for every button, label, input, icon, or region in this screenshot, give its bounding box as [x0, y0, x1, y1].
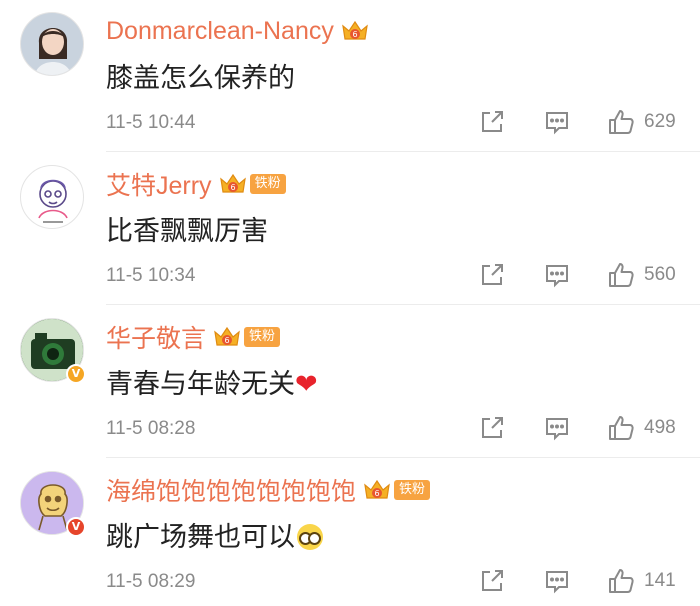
- verified-badge-icon: V: [66, 364, 86, 384]
- svg-text:6: 6: [352, 30, 357, 39]
- divider: [106, 457, 700, 458]
- like-button[interactable]: 141: [606, 566, 676, 596]
- timestamp: 11-5 10:44: [106, 112, 196, 133]
- share-button[interactable]: [478, 413, 506, 443]
- fan-badge: 铁粉: [394, 480, 431, 500]
- timestamp: 11-5 08:28: [106, 418, 196, 439]
- share-icon: [482, 417, 503, 438]
- crown-badge-icon: 6: [214, 326, 240, 346]
- comment-icon: [546, 265, 568, 288]
- comment-item: Donmarclean-Nancy 6 膝盖怎么保养的 11-5 10:44 6: [0, 0, 700, 152]
- timestamp: 11-5 08:29: [106, 571, 196, 592]
- share-button[interactable]: [478, 566, 506, 596]
- like-button[interactable]: 498: [606, 413, 676, 443]
- reply-button[interactable]: [543, 107, 571, 137]
- thumbs-up-icon: [609, 416, 634, 440]
- share-button[interactable]: [478, 260, 506, 290]
- comment-item: V 海绵饱饱饱饱饱饱饱饱 6 铁粉 跳广场舞也可以 11-5 08:29 141: [0, 459, 700, 606]
- comment-text: 膝盖怎么保养的: [106, 63, 295, 94]
- avatar[interactable]: V: [20, 471, 86, 537]
- comment-item: 艾特Jerry 6 铁粉 比香飘飘厉害 11-5 10:34 560: [0, 153, 700, 305]
- comment-text-body: 跳广场舞也可以: [106, 522, 295, 553]
- avatar[interactable]: V: [20, 318, 86, 384]
- crown-badge-icon: 6: [342, 20, 368, 40]
- verified-badge-icon: V: [66, 517, 86, 537]
- like-count: 560: [644, 264, 676, 285]
- share-icon: [482, 264, 503, 285]
- timestamp: 11-5 10:34: [106, 265, 196, 286]
- comment-text: 青春与年龄无关❤: [106, 362, 318, 401]
- name-row: 华子敬言 6 铁粉: [106, 319, 281, 355]
- name-row: 海绵饱饱饱饱饱饱饱饱 6 铁粉: [106, 472, 431, 508]
- thumbs-up-icon: [609, 263, 634, 287]
- comment-text: 比香飘飘厉害: [106, 216, 268, 247]
- fan-badge: 铁粉: [249, 174, 286, 194]
- svg-text:6: 6: [230, 183, 235, 192]
- comment-icon: [546, 571, 568, 594]
- like-button[interactable]: 629: [606, 107, 676, 137]
- username[interactable]: 艾特Jerry: [106, 166, 212, 202]
- share-icon: [482, 111, 503, 132]
- comment-icon: [546, 418, 568, 441]
- crown-badge-icon: 6: [219, 173, 246, 193]
- meta-row: 11-5 10:44 629: [106, 110, 680, 136]
- comment-text-body: 青春与年龄无关: [106, 369, 295, 400]
- share-icon: [482, 570, 503, 591]
- divider: [106, 304, 700, 305]
- like-count: 498: [644, 417, 676, 438]
- meta-row: 11-5 08:28 498: [106, 416, 680, 442]
- like-count: 629: [644, 111, 676, 132]
- reply-button[interactable]: [543, 413, 571, 443]
- name-row: 艾特Jerry 6 铁粉: [106, 167, 286, 201]
- meta-row: 11-5 10:34 560: [106, 263, 680, 289]
- comment-item: V 华子敬言 6 铁粉 青春与年龄无关❤ 11-5 08:28 498: [0, 306, 700, 458]
- reply-button[interactable]: [543, 260, 571, 290]
- thumbs-up-icon: [609, 110, 634, 134]
- fan-badge: 铁粉: [244, 327, 281, 347]
- glasses-face-emoji: [297, 524, 323, 550]
- red-heart-emoji: ❤: [295, 369, 318, 400]
- reply-button[interactable]: [543, 566, 571, 596]
- username[interactable]: 华子敬言: [106, 319, 206, 355]
- avatar[interactable]: [20, 12, 84, 76]
- svg-text:6: 6: [224, 336, 229, 345]
- crown-badge-icon: 6: [364, 479, 390, 499]
- comment-icon: [546, 112, 568, 135]
- share-button[interactable]: [478, 107, 506, 137]
- username[interactable]: 海绵饱饱饱饱饱饱饱饱: [106, 472, 356, 508]
- avatar[interactable]: [20, 165, 84, 229]
- like-button[interactable]: 560: [606, 260, 676, 290]
- thumbs-up-icon: [609, 569, 634, 593]
- username[interactable]: Donmarclean-Nancy: [106, 17, 334, 46]
- name-row: Donmarclean-Nancy 6: [106, 14, 370, 48]
- meta-row: 11-5 08:29 141: [106, 569, 680, 595]
- comment-text: 跳广场舞也可以: [106, 515, 323, 554]
- like-count: 141: [644, 570, 676, 591]
- svg-text:6: 6: [374, 489, 379, 498]
- divider: [106, 151, 700, 152]
